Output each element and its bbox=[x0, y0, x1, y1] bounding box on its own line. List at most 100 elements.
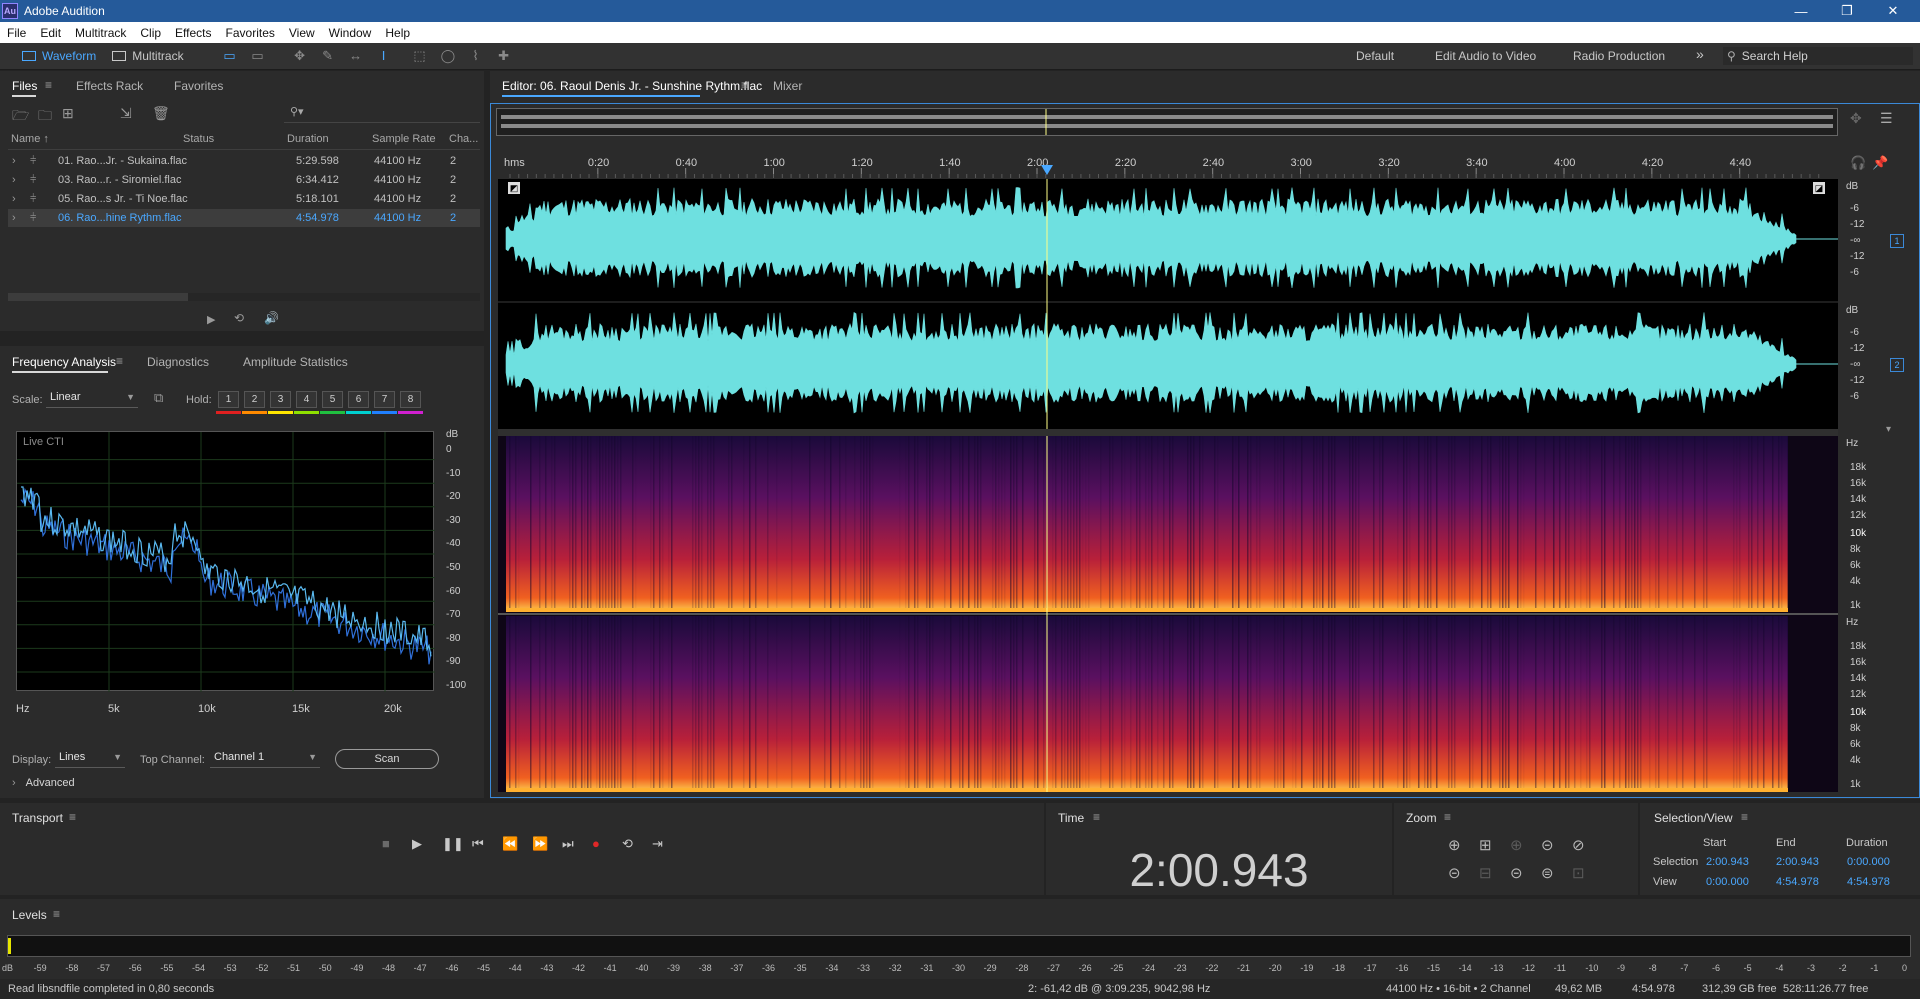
frequency-panel-menu-icon[interactable]: ≡ bbox=[116, 354, 123, 368]
playhead-marker-icon[interactable] bbox=[1041, 165, 1053, 175]
new-file-icon[interactable]: ⊞ bbox=[62, 105, 74, 122]
hold-button-8[interactable]: 8 bbox=[400, 391, 421, 408]
zoom-in-time-icon[interactable]: ⊞ bbox=[1479, 836, 1492, 854]
headphones-icon[interactable]: 🎧 bbox=[1850, 155, 1866, 171]
view-duration[interactable]: 4:54.978 bbox=[1847, 876, 1890, 888]
channel-2-toggle[interactable]: 2 bbox=[1890, 358, 1904, 372]
channel-1-toggle[interactable]: 1 bbox=[1890, 234, 1904, 248]
move-to-end-button[interactable]: ⏭ bbox=[562, 836, 574, 852]
selection-end[interactable]: 2:00.943 bbox=[1776, 856, 1819, 868]
expand-chevron-icon[interactable]: › bbox=[12, 155, 16, 167]
tab-amplitude-statistics[interactable]: Amplitude Statistics bbox=[243, 355, 348, 369]
collapse-spectral-icon[interactable]: ▾ bbox=[1886, 424, 1891, 435]
tab-diagnostics[interactable]: Diagnostics bbox=[147, 355, 209, 369]
maximize-button[interactable]: ❐ bbox=[1824, 0, 1870, 22]
hud-toggle-icon[interactable]: ◩ bbox=[508, 182, 520, 194]
expand-chevron-icon[interactable]: › bbox=[12, 212, 16, 224]
brush-tool-icon[interactable]: ⌇ bbox=[469, 49, 483, 63]
pause-button[interactable]: ❚❚ bbox=[442, 836, 464, 852]
zoom-out-amplitude-icon[interactable]: ⊝ bbox=[1448, 864, 1461, 882]
menu-favorites[interactable]: Favorites bbox=[219, 26, 282, 40]
import-file-icon[interactable]: 🗀 bbox=[38, 105, 52, 129]
menu-window[interactable]: Window bbox=[322, 26, 379, 40]
display-dropdown[interactable]: Lines ▼ bbox=[55, 751, 125, 768]
column-sample-rate[interactable]: Sample Rate bbox=[372, 133, 436, 145]
list-item[interactable]: › ⫩ 05. Rao...s Jr. - Ti Noe.flac 5:18.101 4… bbox=[8, 190, 480, 208]
tab-frequency-analysis[interactable]: Frequency Analysis bbox=[12, 355, 116, 369]
close-button[interactable]: ✕ bbox=[1870, 0, 1916, 22]
zoom-rotate-icon[interactable]: ⊘ bbox=[1572, 836, 1585, 854]
slip-tool-icon[interactable]: ↔ bbox=[349, 49, 363, 63]
loop-playback-button[interactable]: ⟲ bbox=[622, 836, 633, 852]
hold-button-1[interactable]: 1 bbox=[218, 391, 239, 408]
marquee-tool-icon[interactable]: ⬚ bbox=[413, 49, 427, 63]
tab-files[interactable]: Files bbox=[12, 79, 37, 93]
expand-chevron-icon[interactable]: › bbox=[12, 193, 16, 205]
menu-effects[interactable]: Effects bbox=[168, 26, 218, 40]
column-name[interactable]: Name ↑ bbox=[11, 133, 49, 145]
delete-file-icon[interactable]: 🗑 bbox=[152, 105, 170, 122]
files-search-input[interactable]: ⚲▾ bbox=[284, 105, 480, 123]
scale-dropdown[interactable]: Linear ▼ bbox=[46, 391, 138, 408]
expand-chevron-icon[interactable]: › bbox=[12, 174, 16, 186]
top-channel-dropdown[interactable]: Channel 1 ▼ bbox=[210, 751, 320, 768]
menu-clip[interactable]: Clip bbox=[133, 26, 168, 40]
hold-button-4[interactable]: 4 bbox=[296, 391, 317, 408]
zoom-out-full-icon[interactable]: ⊝ bbox=[1541, 836, 1554, 854]
record-button[interactable]: ● bbox=[592, 836, 600, 851]
spectral-divider[interactable] bbox=[498, 429, 1838, 436]
current-time-display[interactable]: 2:00.943 bbox=[1046, 843, 1392, 897]
column-channels[interactable]: Cha... bbox=[449, 133, 478, 145]
tab-mixer[interactable]: Mixer bbox=[773, 79, 802, 93]
spectral-display[interactable] bbox=[498, 436, 1838, 792]
menu-help[interactable]: Help bbox=[378, 26, 417, 40]
workspace-edit-audio-to-video[interactable]: Edit Audio to Video bbox=[1435, 49, 1536, 63]
hold-button-7[interactable]: 7 bbox=[374, 391, 395, 408]
zoom-in-selection-icon[interactable]: ⊕ bbox=[1510, 836, 1523, 854]
time-ruler[interactable] bbox=[496, 152, 1838, 178]
column-status[interactable]: Status bbox=[183, 133, 214, 145]
lasso-tool-icon[interactable]: ◯ bbox=[441, 49, 456, 63]
play-preview-icon[interactable]: ▶ bbox=[207, 313, 215, 326]
overview-navigator[interactable] bbox=[496, 108, 1838, 136]
rewind-button[interactable]: ⏪ bbox=[502, 836, 518, 852]
menu-multitrack[interactable]: Multitrack bbox=[68, 26, 133, 40]
selection-duration[interactable]: 0:00.000 bbox=[1847, 856, 1890, 868]
minimize-button[interactable]: — bbox=[1778, 0, 1824, 22]
selection-view-menu-icon[interactable]: ≡ bbox=[1741, 810, 1748, 824]
editor-options-icon[interactable]: ☰ bbox=[1880, 110, 1893, 127]
tab-effects-rack[interactable]: Effects Rack bbox=[76, 79, 143, 93]
search-help-field[interactable]: ⚲ Search Help bbox=[1723, 47, 1913, 65]
selection-start[interactable]: 2:00.943 bbox=[1706, 856, 1749, 868]
menu-edit[interactable]: Edit bbox=[33, 26, 68, 40]
auto-play-icon[interactable]: 🔊 bbox=[264, 311, 279, 325]
hold-button-3[interactable]: 3 bbox=[270, 391, 291, 408]
zoom-in-amplitude-icon[interactable]: ⊕ bbox=[1448, 836, 1461, 854]
workspace-default[interactable]: Default bbox=[1356, 49, 1394, 63]
razor-tool-icon[interactable]: ✎ bbox=[321, 49, 335, 63]
spectral-pitch-display-icon[interactable]: ▭ bbox=[251, 49, 265, 63]
workspace-radio-production[interactable]: Radio Production bbox=[1573, 49, 1665, 63]
menu-file[interactable]: File bbox=[0, 26, 33, 40]
list-item[interactable]: › ⫩ 01. Rao...Jr. - Sukaina.flac 5:29.598 44… bbox=[8, 152, 480, 170]
fast-forward-button[interactable]: ⏩ bbox=[532, 836, 548, 852]
zoom-menu-icon[interactable]: ≡ bbox=[1444, 810, 1451, 824]
spot-healing-tool-icon[interactable]: ✚ bbox=[497, 49, 511, 63]
skip-selection-button[interactable]: ⇥ bbox=[652, 836, 663, 852]
move-tool-icon[interactable]: ✥ bbox=[293, 49, 307, 63]
zoom-out-time-icon[interactable]: ⊟ bbox=[1479, 864, 1492, 882]
tab-favorites[interactable]: Favorites bbox=[174, 79, 223, 93]
time-menu-icon[interactable]: ≡ bbox=[1093, 810, 1100, 824]
scan-button[interactable]: Scan bbox=[335, 749, 439, 769]
move-to-start-button[interactable]: ⏮ bbox=[472, 836, 484, 852]
copy-graph-icon[interactable]: ⧉ bbox=[154, 390, 163, 406]
zoom-in-right-icon[interactable]: ⊜ bbox=[1541, 864, 1554, 882]
advanced-toggle[interactable]: › Advanced bbox=[12, 777, 75, 789]
spectral-frequency-display-icon[interactable]: ▭ bbox=[223, 49, 237, 63]
waveform-display[interactable] bbox=[498, 179, 1838, 429]
levels-menu-icon[interactable]: ≡ bbox=[53, 907, 60, 921]
files-panel-menu-icon[interactable]: ≡ bbox=[45, 78, 52, 92]
pin-icon[interactable]: 📌 bbox=[1872, 155, 1888, 171]
zoom-in-left-icon[interactable]: ⊝ bbox=[1510, 864, 1523, 882]
insert-into-multitrack-icon[interactable]: ⇲ bbox=[120, 105, 132, 122]
